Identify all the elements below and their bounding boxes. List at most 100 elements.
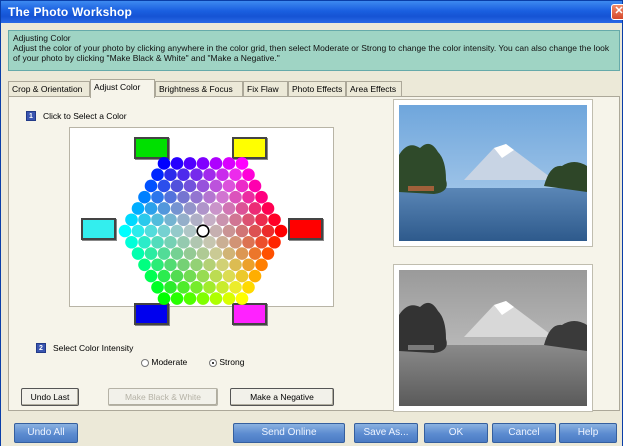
color-dot[interactable] [216, 213, 229, 227]
color-dot[interactable] [261, 247, 275, 260]
color-dot[interactable] [229, 235, 242, 249]
color-dot[interactable] [209, 224, 223, 238]
color-dot[interactable] [209, 157, 223, 170]
color-dot[interactable] [203, 258, 216, 272]
color-dot[interactable] [190, 235, 203, 249]
color-dot[interactable] [164, 190, 177, 204]
color-dot[interactable] [190, 280, 203, 294]
color-dot[interactable] [209, 202, 223, 215]
color-dot[interactable] [196, 269, 210, 283]
color-dot[interactable] [235, 224, 249, 238]
color-dot[interactable] [222, 179, 236, 193]
color-dot[interactable] [151, 280, 164, 294]
title-bar[interactable]: The Photo Workshop ✕ [1, 1, 623, 23]
color-dot[interactable] [190, 190, 203, 204]
color-dot[interactable] [255, 235, 268, 249]
color-dot[interactable] [255, 258, 268, 272]
color-dot[interactable] [242, 168, 255, 182]
color-dot[interactable] [190, 168, 203, 182]
color-dot[interactable] [183, 224, 197, 238]
color-dot[interactable] [235, 179, 249, 193]
color-dot[interactable] [157, 269, 171, 283]
tab-crop-orientation[interactable]: Crop & Orientation [8, 81, 90, 97]
color-dot[interactable] [203, 190, 216, 204]
color-dot[interactable] [177, 235, 190, 249]
color-dot[interactable] [170, 202, 184, 215]
color-dot[interactable] [138, 235, 151, 249]
color-dot[interactable] [196, 247, 210, 260]
color-dot[interactable] [144, 269, 158, 283]
color-dot[interactable] [177, 168, 190, 182]
color-dot[interactable] [118, 224, 132, 238]
color-dot[interactable] [183, 292, 197, 305]
color-dot[interactable] [157, 202, 171, 215]
color-dot[interactable] [177, 213, 190, 227]
color-dot[interactable] [170, 224, 184, 238]
color-dot[interactable] [144, 247, 158, 260]
color-dot[interactable] [229, 168, 242, 182]
tab-brightness-focus[interactable]: Brightness & Focus [155, 81, 243, 97]
color-dot[interactable] [164, 213, 177, 227]
color-dot[interactable] [216, 168, 229, 182]
color-dot[interactable] [203, 280, 216, 294]
color-dot[interactable] [170, 179, 184, 193]
color-dot[interactable] [151, 213, 164, 227]
color-dot[interactable] [216, 280, 229, 294]
color-dot[interactable] [242, 213, 255, 227]
color-dot[interactable] [196, 157, 210, 170]
color-dot[interactable] [157, 179, 171, 193]
make-black-white-button[interactable]: Make Black & White [108, 388, 218, 406]
color-dot[interactable] [125, 213, 138, 227]
color-dot[interactable] [196, 292, 210, 305]
color-dot[interactable] [151, 235, 164, 249]
color-dot[interactable] [125, 235, 138, 249]
color-dot[interactable] [229, 190, 242, 204]
color-dot[interactable] [183, 247, 197, 260]
color-dot[interactable] [268, 213, 281, 227]
radio-strong-circle[interactable] [209, 358, 217, 367]
color-dot[interactable] [222, 157, 236, 170]
color-dot[interactable] [203, 168, 216, 182]
color-dot[interactable] [131, 247, 145, 260]
color-dot[interactable] [183, 179, 197, 193]
color-dot[interactable] [235, 269, 249, 283]
color-dot[interactable] [255, 213, 268, 227]
color-dot[interactable] [131, 224, 145, 238]
color-dot[interactable] [164, 168, 177, 182]
color-dot[interactable] [170, 269, 184, 283]
color-dot[interactable] [235, 157, 249, 170]
tab-photo-effects[interactable]: Photo Effects [288, 81, 346, 97]
color-dot[interactable] [190, 258, 203, 272]
color-dot[interactable] [229, 280, 242, 294]
color-dot[interactable] [196, 179, 210, 193]
color-dot[interactable] [242, 235, 255, 249]
color-dot[interactable] [222, 224, 236, 238]
color-dot[interactable] [190, 213, 203, 227]
color-dot[interactable] [157, 247, 171, 260]
color-dot[interactable] [235, 292, 249, 305]
color-dot[interactable] [170, 292, 184, 305]
tab-fix-flaw[interactable]: Fix Flaw [243, 81, 288, 97]
color-dot[interactable] [183, 269, 197, 283]
color-dot[interactable] [248, 224, 262, 238]
color-dot[interactable] [151, 190, 164, 204]
color-dot[interactable] [138, 213, 151, 227]
color-dot[interactable] [183, 202, 197, 215]
color-dot[interactable] [183, 157, 197, 170]
color-dot[interactable] [177, 280, 190, 294]
send-online-button[interactable]: Send Online [233, 423, 345, 443]
radio-moderate-circle[interactable] [141, 358, 149, 367]
color-dot[interactable] [242, 190, 255, 204]
undo-all-button[interactable]: Undo All [14, 423, 78, 443]
color-dot[interactable] [248, 202, 262, 215]
color-dot[interactable] [216, 235, 229, 249]
color-dot[interactable] [209, 269, 223, 283]
tab-area-effects[interactable]: Area Effects [346, 81, 402, 97]
color-dot[interactable] [170, 157, 184, 170]
radio-strong[interactable]: Strong [209, 357, 244, 367]
color-dot[interactable] [274, 224, 288, 238]
color-dot[interactable] [164, 280, 177, 294]
color-dot[interactable] [170, 247, 184, 260]
make-negative-button[interactable]: Make a Negative [230, 388, 334, 406]
color-dot[interactable] [229, 213, 242, 227]
